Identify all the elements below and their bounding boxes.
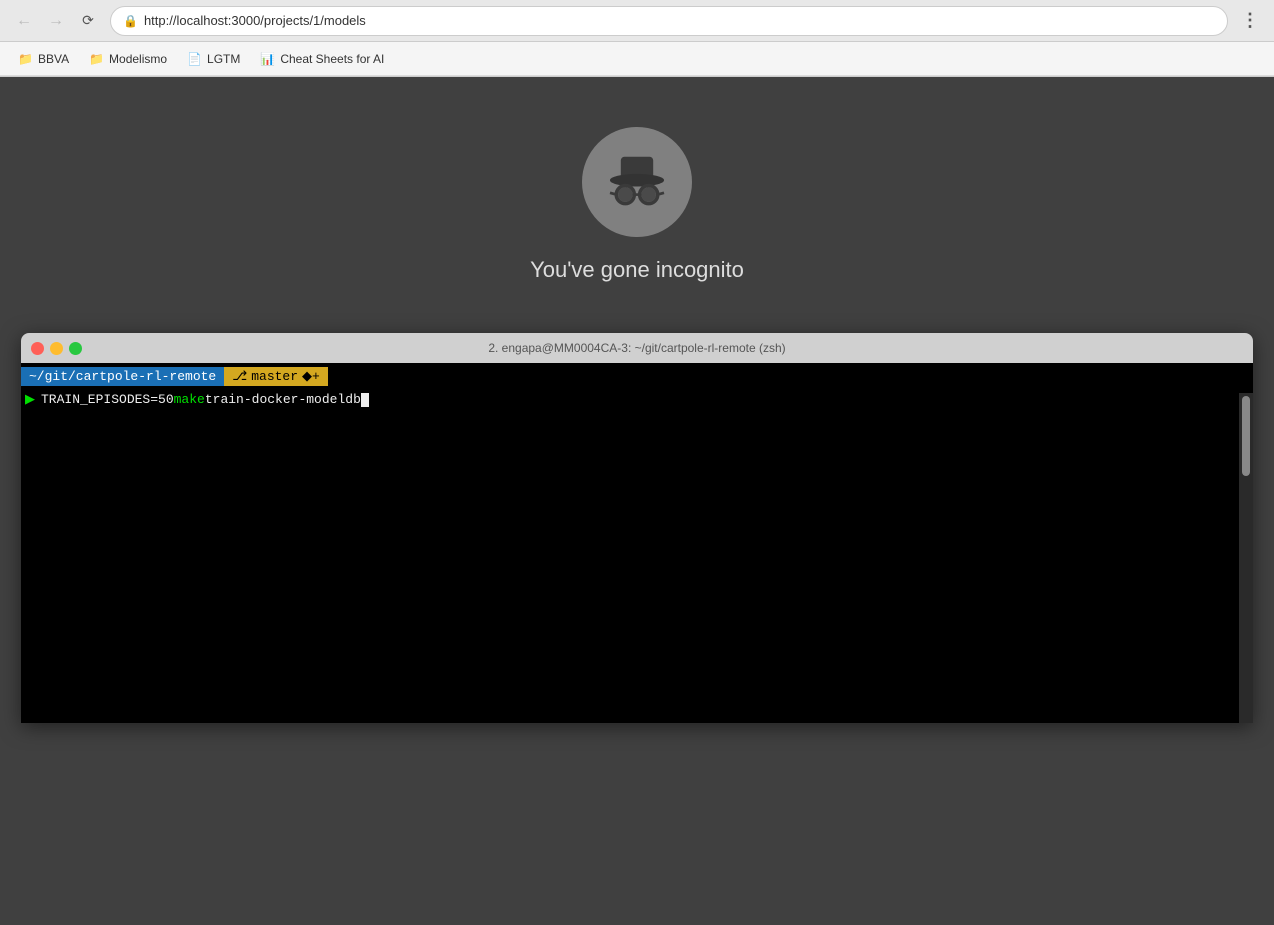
bookmark-folder-icon: 📁 [18,52,33,66]
bookmark-chart-icon: 📊 [260,52,275,66]
terminal-maximize-button[interactable] [69,342,82,355]
terminal-branch-name: master [251,369,298,384]
incognito-icon-circle [582,127,692,237]
bookmark-cheatsheets-label: Cheat Sheets for AI [280,52,384,66]
env-var-text: TRAIN_EPISODES=50 [41,392,174,407]
terminal-titlebar: 2. engapa@MM0004CA-3: ~/git/cartpole-rl-… [21,333,1253,363]
terminal-body[interactable]: ~/git/cartpole-rl-remote ⎇ master ◆+ ▶ T… [21,363,1253,723]
address-input[interactable] [144,13,1215,28]
terminal-env-var: TRAIN_EPISODES=50 [41,392,174,407]
address-bar-container[interactable]: 🔒 [110,6,1228,36]
browser-toolbar: ← → ⟳ 🔒 ⋮ [0,0,1274,42]
terminal-cursor [361,393,369,407]
terminal-make-command: make [174,392,205,407]
bookmark-modelismo[interactable]: 📁 Modelismo [81,48,175,70]
incognito-area: You've gone incognito [530,77,744,313]
back-button[interactable]: ← [10,7,38,35]
terminal-branch: ⎇ master ◆+ [224,367,328,386]
bookmark-modelismo-label: Modelismo [109,52,167,66]
terminal-close-button[interactable] [31,342,44,355]
browser-chrome: ← → ⟳ 🔒 ⋮ 📁 BBVA 📁 Modelismo 📄 LGTM 📊 Ch… [0,0,1274,77]
terminal-window: 2. engapa@MM0004CA-3: ~/git/cartpole-rl-… [21,333,1253,723]
bookmark-bbva-label: BBVA [38,52,69,66]
bookmark-lgtm-label: LGTM [207,52,240,66]
incognito-svg [601,146,673,218]
terminal-title: 2. engapa@MM0004CA-3: ~/git/cartpole-rl-… [488,341,785,355]
terminal-scrollbar[interactable] [1239,393,1253,723]
bookmark-bbva[interactable]: 📁 BBVA [10,48,77,70]
more-options-button[interactable]: ⋮ [1236,7,1264,35]
terminal-scrollbar-thumb[interactable] [1242,396,1250,476]
terminal-branch-extra: ◆+ [302,369,320,384]
terminal-command-rest: train-docker-modeldb [205,392,361,407]
lock-icon: 🔒 [123,14,138,28]
bookmark-file-icon: 📄 [187,52,202,66]
terminal-command-line: ▶ TRAIN_EPISODES=50 make train-docker-mo… [21,390,1253,409]
nav-buttons: ← → ⟳ [10,7,102,35]
terminal-path: ~/git/cartpole-rl-remote [21,367,224,386]
terminal-window-buttons [31,342,82,355]
browser-content: You've gone incognito 2. engapa@MM0004CA… [0,77,1274,925]
bookmarks-bar: 📁 BBVA 📁 Modelismo 📄 LGTM 📊 Cheat Sheets… [0,42,1274,76]
terminal-prompt-char: ▶ [25,392,35,407]
forward-button[interactable]: → [42,7,70,35]
terminal-prompt-line: ~/git/cartpole-rl-remote ⎇ master ◆+ [21,363,1253,390]
bookmark-folder-icon-2: 📁 [89,52,104,66]
bookmark-lgtm[interactable]: 📄 LGTM [179,48,248,70]
incognito-heading: You've gone incognito [530,257,744,283]
bookmark-cheatsheets[interactable]: 📊 Cheat Sheets for AI [252,48,392,70]
refresh-button[interactable]: ⟳ [74,7,102,35]
git-symbol: ⎇ [232,369,247,384]
terminal-minimize-button[interactable] [50,342,63,355]
